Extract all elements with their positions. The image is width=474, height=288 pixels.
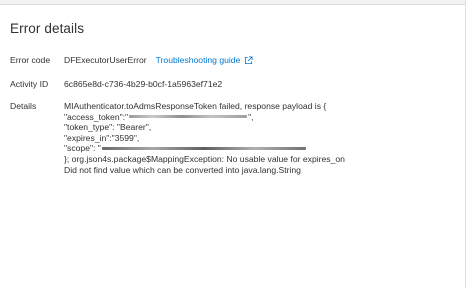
- details-line: Did not find value which can be converte…: [64, 164, 301, 175]
- activity-id-label: Activity ID: [10, 79, 49, 89]
- details-message: MIAuthenticator.toAdmsResponseToken fail…: [64, 101, 345, 175]
- panel-title: Error details: [10, 21, 85, 36]
- access-token-prefix: "access_token":": [64, 111, 129, 122]
- redacted-scope: [101, 147, 306, 151]
- details-row: Details MIAuthenticator.toAdmsResponseTo…: [10, 101, 345, 175]
- right-border: [465, 0, 474, 288]
- details-line: }; org.json4s.package$MappingException: …: [64, 153, 345, 164]
- error-details-panel: Error details Error code DFExecutorUserE…: [0, 0, 474, 288]
- error-code-row: Error code DFExecutorUserError Troublesh…: [10, 55, 253, 66]
- redacted-token: [129, 115, 248, 119]
- scope-prefix: "scope": ": [64, 143, 101, 154]
- troubleshooting-guide-link[interactable]: Troubleshooting guide: [156, 55, 254, 66]
- access-token-suffix: ",: [248, 111, 254, 122]
- error-code-value-wrap: DFExecutorUserError Troubleshooting guid…: [64, 55, 253, 66]
- error-code-label: Error code: [10, 55, 51, 65]
- details-label: Details: [10, 101, 37, 111]
- details-line: "token_type": "Bearer",: [64, 122, 152, 133]
- top-border: [0, 0, 474, 5]
- details-line: "expires_in":"3599",: [64, 132, 140, 143]
- details-line: MIAuthenticator.toAdmsResponseToken fail…: [64, 101, 327, 111]
- details-line-scope: "scope": ": [64, 143, 345, 154]
- activity-id-value: 6c865e8d-c736-4b29-b0cf-1a5963ef71e2: [64, 79, 223, 89]
- external-link-icon: [245, 56, 253, 64]
- details-line-access-token: "access_token":" ",: [64, 112, 345, 123]
- error-code-value: DFExecutorUserError: [64, 55, 147, 65]
- activity-id-row: Activity ID 6c865e8d-c736-4b29-b0cf-1a59…: [10, 79, 222, 90]
- troubleshooting-guide-label: Troubleshooting guide: [155, 55, 241, 65]
